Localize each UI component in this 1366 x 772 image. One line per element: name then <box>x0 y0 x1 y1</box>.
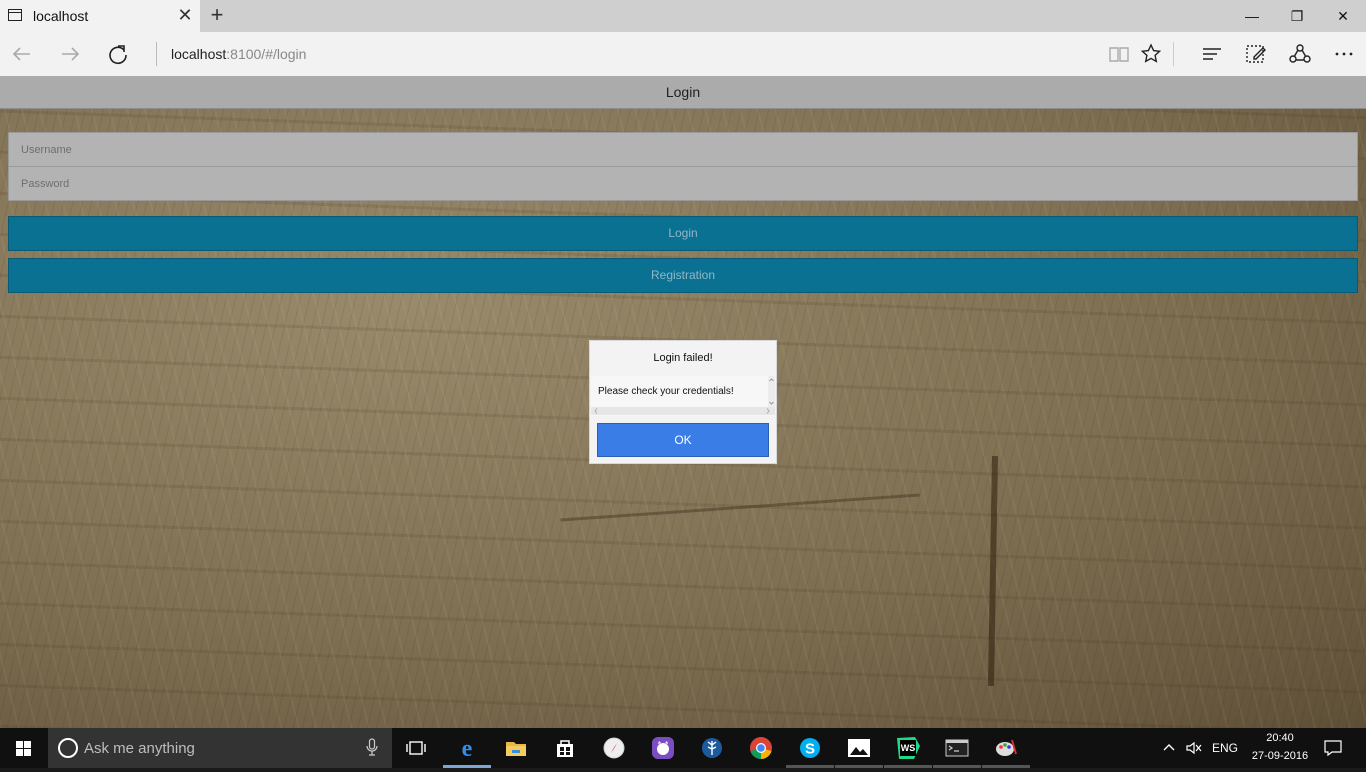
close-tab-icon[interactable]: ✕ <box>176 5 194 25</box>
address-bar[interactable]: localhost:8100/#/login <box>171 46 306 62</box>
svg-text:e: e <box>462 736 473 762</box>
reading-view-icon[interactable] <box>1105 40 1133 68</box>
cmd-icon[interactable] <box>943 734 971 762</box>
cortana-search-box[interactable]: Ask me anything <box>48 728 392 768</box>
browser-toolbar: localhost:8100/#/login <box>0 32 1366 76</box>
divider <box>156 42 157 66</box>
chrome-icon[interactable] <box>747 734 775 762</box>
start-button[interactable] <box>0 728 48 768</box>
new-tab-icon[interactable]: + <box>206 3 228 27</box>
dialog-message: Please check your credentials! <box>598 386 734 397</box>
back-icon[interactable] <box>8 40 36 68</box>
hub-icon[interactable] <box>1198 40 1226 68</box>
browser-tab-strip: localhost ✕ + — ❐ ✕ <box>0 0 1366 32</box>
share-icon[interactable] <box>1286 40 1314 68</box>
show-hidden-icons-icon[interactable] <box>1162 740 1176 759</box>
sourcetree-icon[interactable] <box>698 734 726 762</box>
dialog-message-area: Please check your credentials! <box>591 376 775 416</box>
address-host: localhost <box>171 46 227 62</box>
horizontal-scrollbar[interactable] <box>591 407 775 415</box>
vertical-scrollbar[interactable] <box>768 376 775 407</box>
skype-icon[interactable]: S <box>796 734 824 762</box>
username-field-wrapper <box>9 133 1357 167</box>
language-indicator[interactable]: ENG <box>1212 741 1238 755</box>
registration-button[interactable]: Registration <box>8 258 1358 293</box>
dialog-title: Login failed! <box>653 352 713 364</box>
favorite-star-icon[interactable] <box>1137 40 1165 68</box>
svg-text:S: S <box>805 741 815 758</box>
edge-icon[interactable]: e <box>453 734 481 762</box>
background-texture <box>560 493 920 522</box>
login-failed-dialog: Login failed! Please check your credenti… <box>589 340 777 464</box>
photos-icon[interactable] <box>845 734 873 762</box>
address-path: :8100/#/login <box>226 46 307 62</box>
forward-icon[interactable] <box>56 40 84 68</box>
background-texture <box>987 455 999 687</box>
web-note-icon[interactable] <box>1242 40 1270 68</box>
cortana-icon <box>58 738 78 758</box>
divider <box>1173 42 1174 66</box>
page-title: Login <box>665 84 701 100</box>
safari-icon[interactable] <box>600 734 628 762</box>
password-input[interactable] <box>9 167 1357 201</box>
close-window-icon[interactable]: ✕ <box>1320 0 1366 32</box>
volume-muted-icon[interactable] <box>1185 740 1203 761</box>
more-icon[interactable] <box>1330 40 1358 68</box>
ok-button[interactable]: OK <box>597 423 769 457</box>
login-button[interactable]: Login <box>8 216 1358 251</box>
page-content: Login Login Registration Login failed! P… <box>0 76 1366 728</box>
search-placeholder: Ask me anything <box>84 740 195 757</box>
app-header: Login <box>0 76 1366 109</box>
browser-tab[interactable]: localhost ✕ <box>0 0 200 32</box>
clock-date[interactable]: 27-09-2016 <box>1246 750 1314 762</box>
clock-time[interactable]: 20:40 <box>1262 732 1298 744</box>
github-desktop-icon[interactable] <box>649 734 677 762</box>
refresh-icon[interactable] <box>104 40 132 68</box>
store-icon[interactable] <box>551 734 579 762</box>
tab-title: localhost <box>33 8 89 24</box>
svg-text:WS: WS <box>901 743 916 753</box>
password-field-wrapper <box>9 167 1357 201</box>
action-center-icon[interactable] <box>1324 739 1342 762</box>
webstorm-icon[interactable]: WS <box>894 734 922 762</box>
login-form <box>8 132 1358 201</box>
username-input[interactable] <box>9 133 1357 167</box>
paint-icon[interactable] <box>992 734 1020 762</box>
task-view-icon[interactable] <box>402 734 430 762</box>
windows-logo-icon <box>16 741 32 756</box>
minimize-icon[interactable]: — <box>1229 0 1275 32</box>
page-icon <box>8 9 22 21</box>
windows-taskbar: Ask me anything e S WS ENG 20:40 27-09-2… <box>0 728 1366 768</box>
file-explorer-icon[interactable] <box>502 734 530 762</box>
restore-icon[interactable]: ❐ <box>1274 0 1320 32</box>
microphone-icon[interactable] <box>366 738 378 761</box>
